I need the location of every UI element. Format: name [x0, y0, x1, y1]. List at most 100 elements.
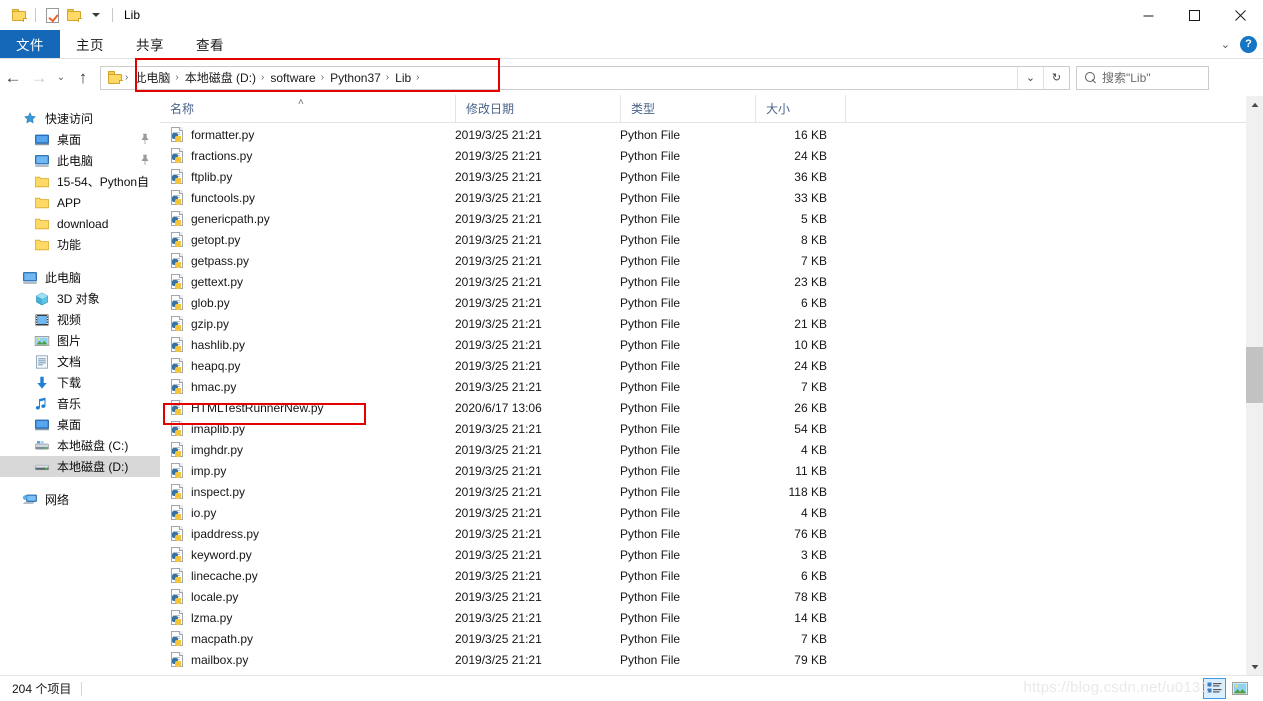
- chevron-down-icon[interactable]: ⌄: [1221, 38, 1230, 51]
- up-button[interactable]: ↑: [70, 65, 96, 91]
- file-name-cell[interactable]: linecache.py: [160, 567, 445, 584]
- sidebar-item-downloads[interactable]: 下载: [0, 372, 160, 393]
- sidebar-group-this-pc[interactable]: 此电脑: [0, 267, 160, 288]
- file-name-cell[interactable]: ipaddress.py: [160, 525, 445, 542]
- vertical-scrollbar[interactable]: [1246, 96, 1263, 675]
- sidebar-group-network[interactable]: 网络: [0, 489, 160, 510]
- table-row[interactable]: hmac.py 2019/3/25 21:21 Python File 7 KB: [160, 376, 1263, 397]
- table-row[interactable]: keyword.py 2019/3/25 21:21 Python File 3 KB: [160, 544, 1263, 565]
- new-folder-icon[interactable]: [63, 4, 85, 26]
- large-icons-view-icon[interactable]: [1228, 678, 1251, 699]
- table-row[interactable]: fractions.py 2019/3/25 21:21 Python File 24…: [160, 145, 1263, 166]
- column-header-size[interactable]: 大小: [755, 95, 845, 122]
- table-row[interactable]: heapq.py 2019/3/25 21:21 Python File 24 KB: [160, 355, 1263, 376]
- file-name-cell[interactable]: genericpath.py: [160, 210, 445, 227]
- sidebar-item-desktop-pc[interactable]: 桌面: [0, 414, 160, 435]
- file-name-cell[interactable]: functools.py: [160, 189, 445, 206]
- sidebar-item-desktop[interactable]: 桌面: [0, 129, 160, 150]
- table-row[interactable]: imaplib.py 2019/3/25 21:21 Python File 54 K…: [160, 418, 1263, 439]
- file-name-cell[interactable]: HTMLTestRunnerNew.py: [160, 399, 445, 416]
- column-header-name[interactable]: 名称 ˄: [160, 95, 455, 122]
- sidebar-item-local-disk-d[interactable]: 本地磁盘 (D:): [0, 456, 160, 477]
- sidebar-item-folder-app[interactable]: APP: [0, 192, 160, 213]
- sidebar-item-this-pc-quick[interactable]: 此电脑: [0, 150, 160, 171]
- tab-home[interactable]: 主页: [60, 30, 120, 58]
- breadcrumb-item-python37[interactable]: Python37: [326, 71, 385, 85]
- forward-button[interactable]: →: [26, 65, 52, 91]
- sidebar-item-3d-objects[interactable]: 3D 对象: [0, 288, 160, 309]
- file-name-cell[interactable]: inspect.py: [160, 483, 445, 500]
- column-header-date-modified[interactable]: 修改日期: [455, 95, 620, 122]
- table-row[interactable]: macpath.py 2019/3/25 21:21 Python File 7 KB: [160, 628, 1263, 649]
- column-header-type[interactable]: 类型: [620, 95, 755, 122]
- pin-icon[interactable]: [140, 133, 150, 147]
- table-row[interactable]: getopt.py 2019/3/25 21:21 Python File 8 KB: [160, 229, 1263, 250]
- file-name-cell[interactable]: locale.py: [160, 588, 445, 605]
- tab-file[interactable]: 文件: [0, 30, 60, 58]
- properties-icon[interactable]: [41, 4, 63, 26]
- file-name-cell[interactable]: imghdr.py: [160, 441, 445, 458]
- table-row[interactable]: linecache.py 2019/3/25 21:21 Python File 6 …: [160, 565, 1263, 586]
- scroll-up-button[interactable]: [1246, 96, 1263, 113]
- table-row[interactable]: hashlib.py 2019/3/25 21:21 Python File 10 K…: [160, 334, 1263, 355]
- pin-icon[interactable]: [140, 154, 150, 168]
- table-row[interactable]: io.py 2019/3/25 21:21 Python File 4 KB: [160, 502, 1263, 523]
- file-name-cell[interactable]: getopt.py: [160, 231, 445, 248]
- table-row[interactable]: genericpath.py 2019/3/25 21:21 Python File…: [160, 208, 1263, 229]
- close-button[interactable]: [1217, 0, 1263, 30]
- sidebar-item-folder-python[interactable]: 15-54、Python自: [0, 171, 160, 192]
- table-row[interactable]: gettext.py 2019/3/25 21:21 Python File 23 K…: [160, 271, 1263, 292]
- search-box[interactable]: 搜索"Lib": [1076, 65, 1209, 90]
- breadcrumb-item-lib[interactable]: Lib: [391, 71, 415, 85]
- table-row[interactable]: lzma.py 2019/3/25 21:21 Python File 14 KB: [160, 607, 1263, 628]
- file-name-cell[interactable]: imp.py: [160, 462, 445, 479]
- file-name-cell[interactable]: glob.py: [160, 294, 445, 311]
- file-name-cell[interactable]: getpass.py: [160, 252, 445, 269]
- file-name-cell[interactable]: macpath.py: [160, 630, 445, 647]
- table-row[interactable]: locale.py 2019/3/25 21:21 Python File 78 KB: [160, 586, 1263, 607]
- table-row[interactable]: ipaddress.py 2019/3/25 21:21 Python File 76…: [160, 523, 1263, 544]
- back-button[interactable]: ←: [0, 65, 26, 91]
- table-row[interactable]: mailbox.py 2019/3/25 21:21 Python File 79 K…: [160, 649, 1263, 670]
- table-row[interactable]: imghdr.py 2019/3/25 21:21 Python File 4 KB: [160, 439, 1263, 460]
- breadcrumb-item-this-pc[interactable]: 此电脑: [130, 69, 174, 86]
- help-icon[interactable]: ?: [1240, 35, 1257, 53]
- table-row[interactable]: HTMLTestRunnerNew.py 2020/6/17 13:06 Pytho…: [160, 397, 1263, 418]
- tab-view[interactable]: 查看: [180, 30, 240, 58]
- scroll-down-button[interactable]: [1246, 658, 1263, 675]
- sidebar-item-music[interactable]: 音乐: [0, 393, 160, 414]
- sidebar-item-folder-function[interactable]: 功能: [0, 234, 160, 255]
- table-row[interactable]: gzip.py 2019/3/25 21:21 Python File 21 KB: [160, 313, 1263, 334]
- sidebar-item-documents[interactable]: 文档: [0, 351, 160, 372]
- table-row[interactable]: functools.py 2019/3/25 21:21 Python File 33…: [160, 187, 1263, 208]
- file-name-cell[interactable]: lzma.py: [160, 609, 445, 626]
- file-name-cell[interactable]: hashlib.py: [160, 336, 445, 353]
- table-row[interactable]: imp.py 2019/3/25 21:21 Python File 11 KB: [160, 460, 1263, 481]
- address-dropdown-icon[interactable]: ⌄: [1017, 66, 1043, 89]
- tab-share[interactable]: 共享: [120, 30, 180, 58]
- file-name-cell[interactable]: keyword.py: [160, 546, 445, 563]
- table-row[interactable]: getpass.py 2019/3/25 21:21 Python File 7 KB: [160, 250, 1263, 271]
- file-name-cell[interactable]: gettext.py: [160, 273, 445, 290]
- sidebar-item-folder-download[interactable]: download: [0, 213, 160, 234]
- file-name-cell[interactable]: formatter.py: [160, 126, 445, 143]
- file-name-cell[interactable]: ftplib.py: [160, 168, 445, 185]
- minimize-button[interactable]: [1125, 0, 1171, 30]
- breadcrumb-item-local-disk-d[interactable]: 本地磁盘 (D:): [181, 69, 260, 86]
- file-name-cell[interactable]: fractions.py: [160, 147, 445, 164]
- table-row[interactable]: ftplib.py 2019/3/25 21:21 Python File 36 KB: [160, 166, 1263, 187]
- sidebar-item-videos[interactable]: 视频: [0, 309, 160, 330]
- maximize-button[interactable]: [1171, 0, 1217, 30]
- file-name-cell[interactable]: heapq.py: [160, 357, 445, 374]
- breadcrumb-item-software[interactable]: software: [266, 71, 319, 85]
- table-row[interactable]: glob.py 2019/3/25 21:21 Python File 6 KB: [160, 292, 1263, 313]
- sidebar-group-quick-access[interactable]: 快速访问: [0, 108, 160, 129]
- recent-locations-icon[interactable]: ⌄: [52, 65, 70, 91]
- scrollbar-thumb[interactable]: [1246, 347, 1263, 403]
- table-row[interactable]: formatter.py 2019/3/25 21:21 Python File 16…: [160, 124, 1263, 145]
- folder-icon[interactable]: [8, 4, 30, 26]
- sidebar-item-local-disk-c[interactable]: 本地磁盘 (C:): [0, 435, 160, 456]
- file-name-cell[interactable]: mailbox.py: [160, 651, 445, 668]
- file-name-cell[interactable]: io.py: [160, 504, 445, 521]
- file-name-cell[interactable]: imaplib.py: [160, 420, 445, 437]
